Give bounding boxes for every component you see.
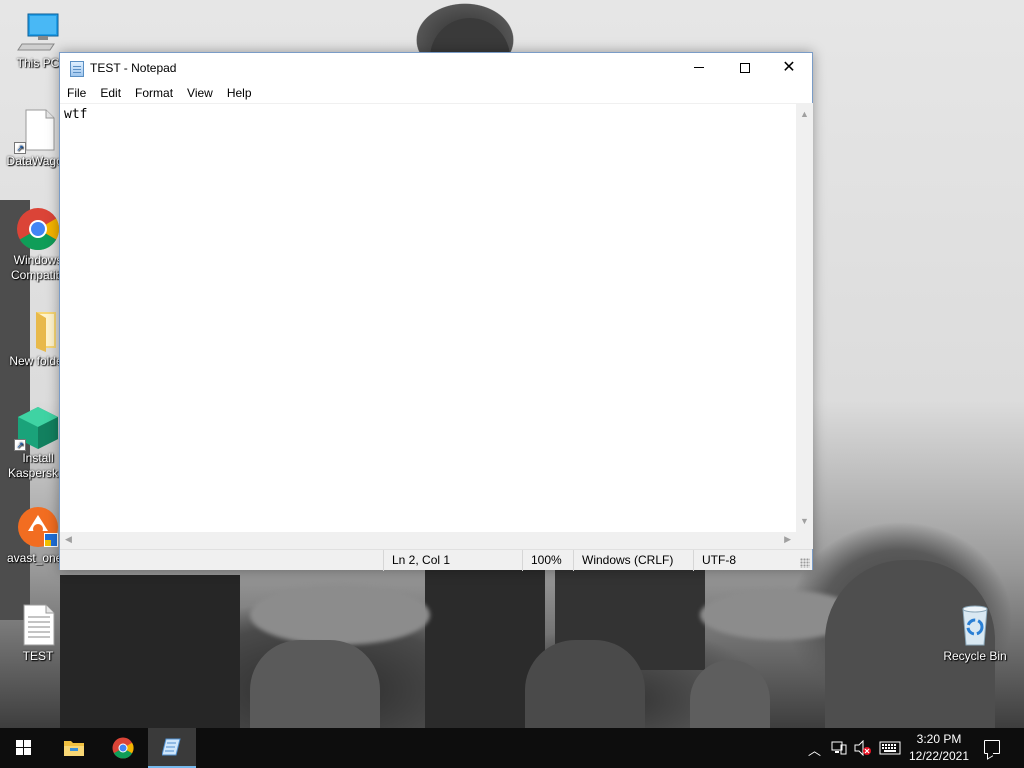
close-button[interactable]: ✕: [766, 53, 812, 83]
menu-format[interactable]: Format: [128, 83, 180, 103]
taskbar: ︿ 3:20 PM 12/22/2021: [0, 728, 1024, 768]
wallpaper-trees: [250, 585, 430, 645]
minimize-icon: [694, 67, 704, 69]
clock-date: 12/22/2021: [908, 749, 970, 763]
menu-bar: File Edit Format View Help: [60, 83, 812, 103]
scroll-right-icon[interactable]: ▶: [784, 534, 791, 545]
vertical-scrollbar[interactable]: ▲ ▼: [796, 103, 813, 532]
start-button[interactable]: [0, 728, 48, 768]
window-title: TEST - Notepad: [90, 61, 177, 75]
wallpaper-figure: [690, 660, 770, 728]
desktop-icon-label: Recycle Bin: [943, 649, 1007, 663]
horizontal-scrollbar[interactable]: ◀ ▶: [60, 532, 796, 549]
minimize-button[interactable]: [676, 53, 722, 83]
wallpaper-figure: [525, 640, 645, 728]
status-bar: Ln 2, Col 1 100% Windows (CRLF) UTF-8: [60, 549, 812, 571]
shortcut-arrow-icon: ↗: [14, 142, 26, 154]
start-icon: [16, 740, 32, 756]
avast-icon: [16, 505, 60, 549]
status-line-ending: Windows (CRLF): [573, 550, 693, 571]
maximize-button[interactable]: [722, 53, 768, 83]
text-file-icon: [16, 603, 60, 647]
text-editor[interactable]: wtf: [60, 103, 796, 532]
desktop-icon-label: TEST: [22, 649, 54, 663]
action-center-notification-icon[interactable]: [984, 740, 1000, 754]
notepad-icon: [70, 61, 84, 77]
file-shortcut-icon: ↗: [14, 108, 60, 154]
notepad-icon: [162, 738, 181, 756]
folder-icon: [16, 308, 60, 352]
resize-grip-icon[interactable]: [800, 558, 810, 568]
shortcut-arrow-icon: ↗: [14, 439, 26, 451]
notepad-window[interactable]: TEST - Notepad ✕ File Edit Format View Help …: [59, 52, 813, 571]
status-zoom: 100%: [522, 550, 573, 571]
taskbar-chrome[interactable]: [99, 728, 147, 768]
taskbar-file-explorer[interactable]: [50, 728, 98, 768]
maximize-icon: [740, 62, 750, 73]
status-cursor-position: Ln 2, Col 1: [383, 550, 522, 571]
volume-muted-icon[interactable]: [854, 740, 872, 756]
scroll-up-icon[interactable]: ▲: [800, 109, 809, 119]
desktop-icon-test[interactable]: TEST: [0, 603, 76, 664]
close-icon: ✕: [782, 59, 796, 76]
network-icon[interactable]: [831, 741, 847, 755]
taskbar-clock[interactable]: 3:20 PM 12/22/2021: [904, 731, 974, 765]
wallpaper-figure: [250, 640, 380, 728]
status-encoding: UTF-8: [693, 550, 799, 571]
clock-time: 3:20 PM: [916, 732, 962, 746]
desktop-icon-recycle-bin[interactable]: Recycle Bin: [937, 603, 1013, 664]
title-bar[interactable]: TEST - Notepad ✕: [60, 53, 812, 83]
chrome-icon: [112, 737, 134, 759]
kaspersky-icon: ↗: [14, 405, 60, 451]
menu-edit[interactable]: Edit: [93, 83, 128, 103]
file-explorer-icon: [64, 741, 84, 756]
scroll-down-icon[interactable]: ▼: [800, 516, 809, 526]
scroll-left-icon[interactable]: ◀: [65, 534, 72, 545]
keyboard-icon[interactable]: [879, 741, 901, 755]
menu-help[interactable]: Help: [220, 83, 259, 103]
scrollbar-corner: [796, 532, 813, 549]
computer-icon: [16, 10, 60, 54]
show-hidden-icons-chevron-up-icon[interactable]: ︿: [808, 740, 821, 759]
recycle-bin-icon: [953, 603, 997, 647]
taskbar-notepad[interactable]: [148, 728, 196, 768]
menu-file[interactable]: File: [60, 83, 93, 103]
chrome-icon: [16, 207, 60, 251]
wallpaper-figure: [60, 575, 240, 728]
menu-view[interactable]: View: [180, 83, 220, 103]
